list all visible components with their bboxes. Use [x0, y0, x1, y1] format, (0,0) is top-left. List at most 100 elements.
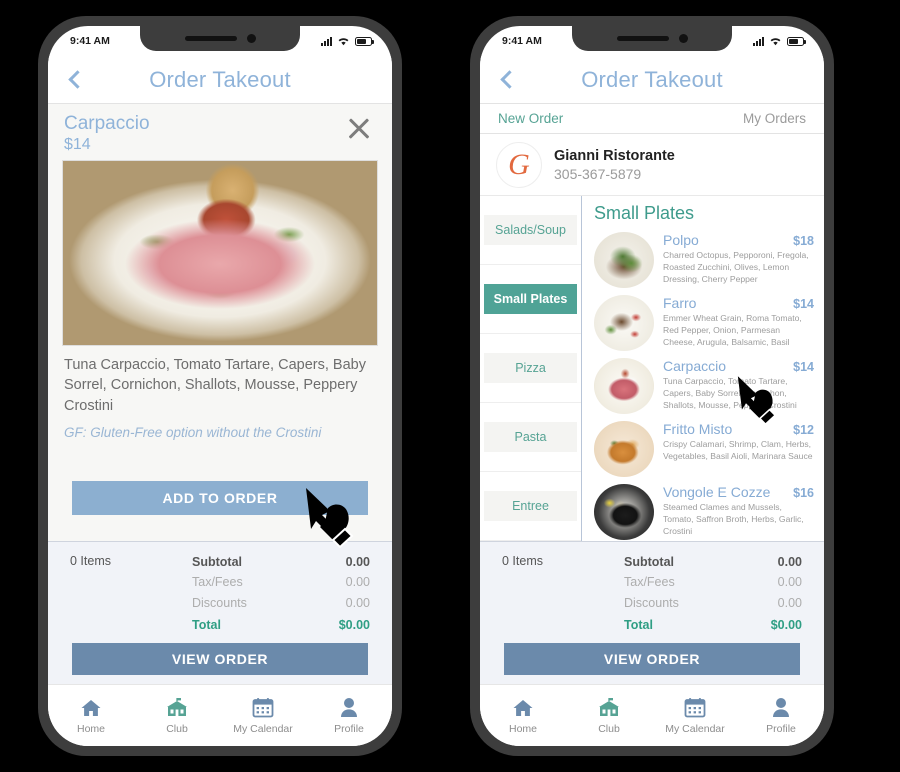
page-title: Order Takeout [581, 66, 723, 92]
discounts-value: 0.00 [345, 595, 370, 610]
dish-price: $14 [64, 135, 91, 153]
item-text: Farro $14 Emmer Wheat Grain, Roma Tomato… [663, 295, 814, 351]
list-item[interactable]: Carpaccio $14 Tuna Carpaccio, Tomato Tar… [594, 355, 814, 418]
item-description: Steamed Clames and Mussels, Tomato, Saff… [663, 502, 804, 537]
sidebar-item-pasta[interactable]: Pasta [480, 403, 581, 472]
tab-my-calendar-label: My Calendar [233, 723, 293, 735]
calendar-icon [252, 696, 274, 718]
items-count: 0 Items [502, 554, 543, 568]
item-price: $14 [793, 297, 814, 311]
status-bar: 9:41 AM [480, 26, 824, 56]
tab-my-calendar[interactable]: My Calendar [652, 696, 738, 735]
carpaccio-thumbnail [594, 358, 654, 414]
sidebar-item-small-plates[interactable]: Small Plates [480, 265, 581, 334]
table-row: Discounts 0.00 [192, 593, 370, 613]
tab-club-label: Club [598, 723, 620, 735]
item-name: Farro [663, 295, 697, 311]
order-subtabs: New Order My Orders [480, 104, 824, 134]
list-item[interactable]: Farro $14 Emmer Wheat Grain, Roma Tomato… [594, 292, 814, 355]
section-title: Small Plates [594, 203, 695, 223]
item-description: Crispy Calamari, Shrimp, Clam, Herbs, Ve… [663, 439, 813, 462]
sidebar-item-pizza[interactable]: Pizza [480, 334, 581, 403]
taxfees-value: 0.00 [777, 575, 802, 590]
table-row: Tax/Fees 0.00 [192, 572, 370, 592]
calendar-icon [684, 696, 706, 718]
item-price: $18 [793, 234, 814, 248]
tab-home[interactable]: Home [480, 696, 566, 735]
item-price: $14 [793, 360, 814, 374]
tab-club[interactable]: Club [566, 696, 652, 735]
category-label: Salads/Soup [484, 215, 577, 245]
fritto-misto-thumbnail [594, 421, 654, 477]
list-item[interactable]: Polpo $18 Charred Octopus, Pepporoni, Fr… [594, 229, 814, 292]
list-item[interactable]: Vongole E Cozze $16 Steamed Clames and M… [594, 481, 814, 541]
order-summary-right: 0 Items Subtotal 0.00 Tax/Fees 0.00 Disc… [480, 541, 824, 635]
item-header: Polpo $18 [663, 232, 814, 248]
close-icon[interactable] [344, 113, 374, 143]
item-text: Fritto Misto $12 Crispy Calamari, Shrimp… [663, 421, 814, 477]
taxfees-label: Tax/Fees [192, 575, 243, 590]
right-phone-frame: 9:41 AM Order Takeout New Order My Order… [470, 16, 834, 756]
item-name: Carpaccio [663, 358, 727, 374]
subtotal-value: 0.00 [345, 555, 370, 569]
gluten-free-note: GF: Gluten-Free option without the Crost… [64, 424, 322, 440]
dish-name: Carpaccio [64, 113, 150, 134]
sidebar-item-entree[interactable]: Entree [480, 472, 581, 541]
subtotal-label: Subtotal [192, 555, 242, 569]
table-row: Discounts 0.00 [624, 593, 802, 613]
table-row: Tax/Fees 0.00 [624, 572, 802, 592]
cellular-signal-icon [321, 36, 332, 46]
tab-profile-label: Profile [766, 723, 796, 735]
totals-table: Subtotal 0.00 Tax/Fees 0.00 Discounts 0.… [624, 552, 802, 635]
tab-profile-label: Profile [334, 723, 364, 735]
total-value: $0.00 [770, 617, 802, 632]
tab-home-label: Home [76, 723, 105, 735]
table-row: Subtotal 0.00 [192, 552, 370, 572]
tab-my-calendar[interactable]: My Calendar [220, 696, 306, 735]
list-item[interactable]: Fritto Misto $12 Crispy Calamari, Shrimp… [594, 418, 814, 481]
discounts-label: Discounts [192, 595, 247, 610]
items-count: 0 Items [70, 554, 111, 568]
total-label: Total [192, 617, 221, 632]
item-text: Polpo $18 Charred Octopus, Pepporoni, Fr… [663, 232, 814, 288]
page-title: Order Takeout [149, 66, 291, 92]
status-time: 9:41 AM [502, 35, 542, 47]
polpo-thumbnail [594, 232, 654, 288]
tab-my-orders[interactable]: My Orders [743, 111, 806, 126]
item-header: Carpaccio $14 [663, 358, 814, 374]
restaurant-info: Gianni Ristorante 305-367-5879 [554, 148, 675, 182]
add-to-order-area: ADD TO ORDER [48, 481, 392, 541]
sidebar-item-salads-soup[interactable]: Salads/Soup [480, 196, 581, 265]
tab-profile[interactable]: Profile [738, 696, 824, 735]
taxfees-label: Tax/Fees [624, 575, 675, 590]
view-order-button[interactable]: VIEW ORDER [72, 643, 368, 675]
view-order-button[interactable]: VIEW ORDER [504, 643, 800, 675]
category-label: Entree [484, 491, 577, 521]
subtotal-value: 0.00 [777, 555, 802, 569]
bottom-tab-bar: Home Club My Calendar Profile [48, 684, 392, 746]
item-header: Farro $14 [663, 295, 814, 311]
farro-thumbnail [594, 295, 654, 351]
dish-description: Tuna Carpaccio, Tomato Tartare, Capers, … [64, 356, 366, 414]
item-text: Vongole E Cozze $16 Steamed Clames and M… [663, 484, 814, 540]
home-icon [80, 696, 102, 718]
item-description: Charred Octopus, Pepporoni, Fregola, Roa… [663, 250, 809, 285]
right-phone-screen: 9:41 AM Order Takeout New Order My Order… [480, 26, 824, 746]
left-phone-frame: 9:41 AM Order Takeout Carpaccio $14 Tuna… [38, 16, 402, 756]
profile-person-icon [771, 696, 791, 718]
status-time: 9:41 AM [70, 35, 110, 47]
item-header: Vongole E Cozze $16 [663, 484, 814, 500]
tab-new-order[interactable]: New Order [498, 111, 743, 126]
tab-home[interactable]: Home [48, 696, 134, 735]
restaurant-header: G Gianni Ristorante 305-367-5879 [480, 134, 824, 196]
restaurant-phone[interactable]: 305-367-5879 [554, 166, 675, 182]
item-header: Fritto Misto $12 [663, 421, 814, 437]
profile-person-icon [339, 696, 359, 718]
tab-club[interactable]: Club [134, 696, 220, 735]
item-description: Emmer Wheat Grain, Roma Tomato, Red Pepp… [663, 313, 802, 348]
tab-profile[interactable]: Profile [306, 696, 392, 735]
add-to-order-button[interactable]: ADD TO ORDER [72, 481, 368, 515]
tab-home-label: Home [508, 723, 537, 735]
total-label: Total [624, 617, 653, 632]
restaurant-logo-icon: G [496, 141, 542, 188]
